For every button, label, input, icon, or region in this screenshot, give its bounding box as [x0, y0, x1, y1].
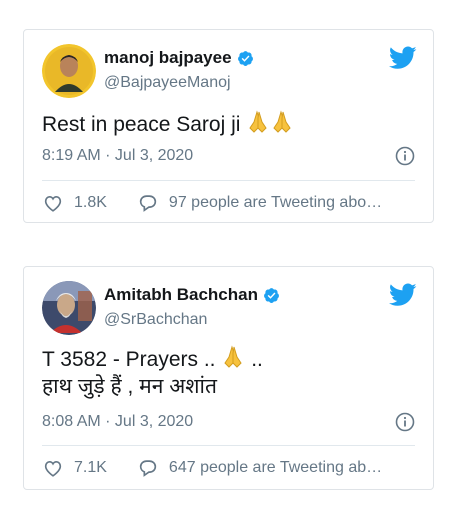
tweet-card-amitabh[interactable]: Amitabh Bachchan @SrBachchan T 3582 - Pr… — [23, 266, 434, 490]
conversation-link[interactable]: 97 people are Tweeting abo… — [169, 194, 382, 212]
reply-bubble-icon[interactable] — [137, 457, 159, 479]
verified-badge-icon — [264, 287, 279, 303]
folded-hands-emoji — [246, 110, 294, 142]
folded-hands-emoji — [221, 345, 245, 377]
heart-icon[interactable] — [42, 192, 64, 214]
display-name[interactable]: Amitabh Bachchan — [104, 285, 258, 305]
like-count[interactable]: 1.8K — [74, 194, 107, 212]
avatar[interactable] — [42, 281, 96, 335]
divider — [42, 445, 415, 446]
heart-icon[interactable] — [42, 457, 64, 479]
avatar[interactable] — [42, 44, 96, 98]
conversation-link[interactable]: 647 people are Tweeting ab… — [169, 459, 382, 477]
tweet-card-manoj[interactable]: manoj bajpayee @BajpayeeManoj Rest in pe… — [23, 29, 434, 223]
reply-bubble-icon[interactable] — [137, 192, 159, 214]
like-count[interactable]: 7.1K — [74, 459, 107, 477]
tweet-text: Rest in peace Saroj ji — [42, 110, 294, 142]
tweet-text-line-2: हाथ जुड़े हैं , मन अशांत — [42, 375, 217, 398]
user-handle[interactable]: @SrBachchan — [104, 311, 207, 329]
info-icon[interactable] — [395, 146, 415, 166]
twitter-bird-icon[interactable] — [389, 46, 417, 70]
tweet-timestamp[interactable]: 8:08 AM · Jul 3, 2020 — [42, 413, 193, 431]
display-name[interactable]: manoj bajpayee — [104, 48, 232, 68]
twitter-bird-icon[interactable] — [389, 283, 417, 307]
divider — [42, 180, 415, 181]
user-handle[interactable]: @BajpayeeManoj — [104, 74, 231, 92]
verified-badge-icon — [237, 50, 253, 66]
tweet-timestamp[interactable]: 8:19 AM · Jul 3, 2020 — [42, 147, 193, 165]
info-icon[interactable] — [395, 412, 415, 432]
